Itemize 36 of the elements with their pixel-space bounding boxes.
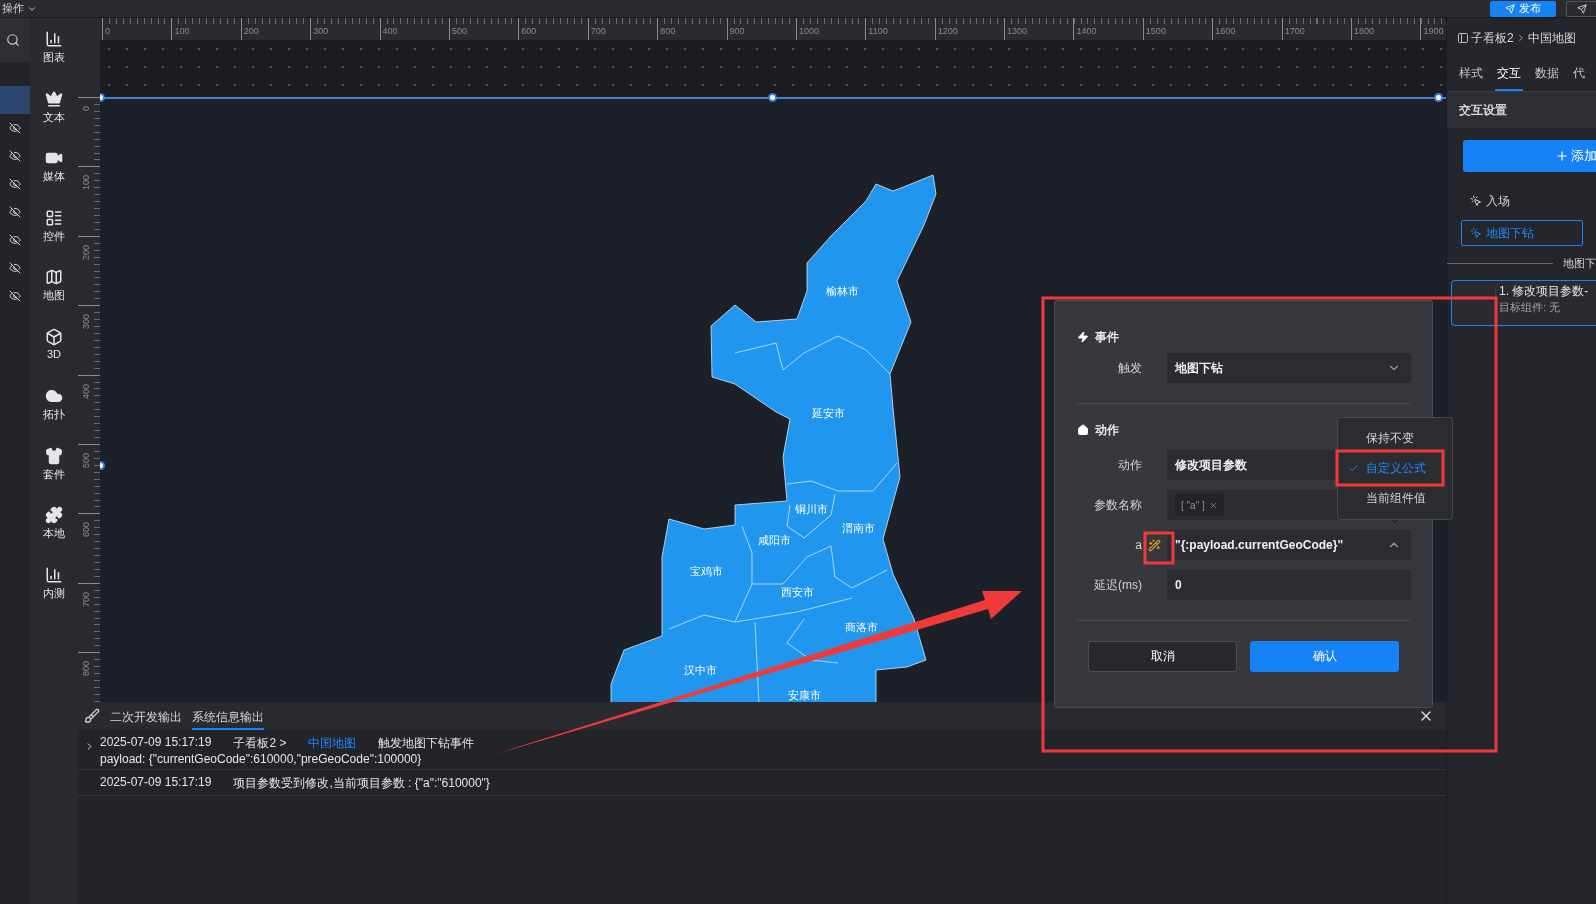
city-label: 西安市 (780, 586, 814, 598)
log-detail: payload: {"currentGeoCode":610000,"preGeoCode":100000} (100, 752, 423, 766)
ruler-label: 800 (81, 661, 91, 679)
city-label: 汉中市 (683, 664, 717, 676)
field-label: 延迟(ms) (1094, 576, 1142, 594)
ruler-label: 200 (81, 244, 91, 262)
ruler-label: 500 (81, 452, 91, 470)
city-label: 宝鸡市 (689, 565, 723, 577)
log-message: 触发地图下钻事件 (378, 735, 475, 752)
ruler-label: 0 (81, 106, 91, 113)
ruler-label: 600 (81, 522, 91, 540)
ruler-label: 400 (81, 383, 91, 401)
city-label: 渭南市 (841, 522, 875, 534)
log-time: 2025-07-09 15:17:19 (100, 735, 212, 751)
ruler-label: 100 (81, 175, 91, 193)
field-label: a (1135, 538, 1142, 552)
city-label: 铜川市 (794, 503, 828, 515)
city-label: 咸阳市 (757, 534, 791, 546)
city-label: 安康市 (787, 689, 821, 701)
log-time: 2025-07-09 15:17:19 (100, 775, 212, 791)
city-label: 延安市 (811, 407, 845, 419)
field-label: 触发 (1118, 359, 1142, 377)
ruler-label: 700 (81, 591, 91, 609)
action-target: 目标组件: 无 (1499, 300, 1562, 315)
log-message: 项目参数受到修改,当前项目参数 : {"a":"610000"} (233, 775, 490, 792)
action-title: 1. 修改项目参数- (1499, 283, 1589, 300)
city-label: 榆林市 (825, 285, 859, 297)
group-label: 地图下 (1563, 255, 1596, 271)
field-label: 参数名称 (1094, 496, 1142, 514)
section-title: 事件 (1095, 328, 1119, 346)
section-title: 动作 (1095, 421, 1119, 439)
log-message: 子看板2 > (233, 735, 287, 752)
city-label: 商洛市 (844, 621, 878, 633)
field-label: 动作 (1118, 456, 1142, 474)
ruler-label: 300 (81, 314, 91, 332)
section-title: 交互设置 (1447, 92, 1596, 128)
